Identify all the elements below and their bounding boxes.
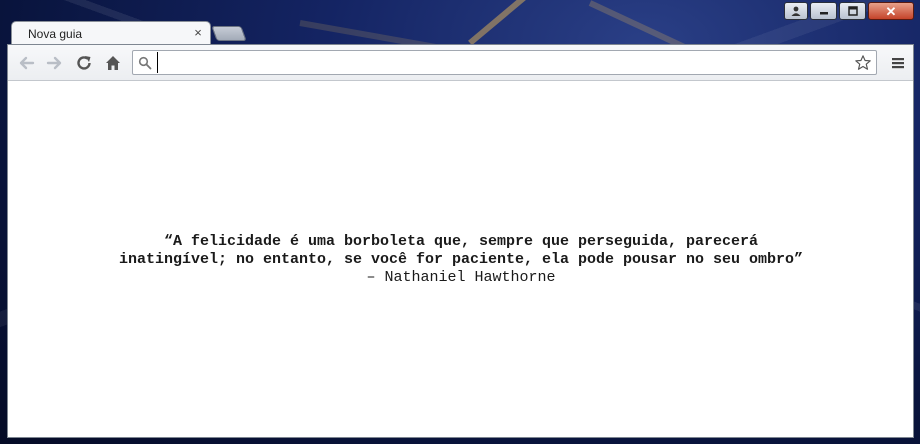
quote-text: “A felicidade é uma borboleta que, sempr… (118, 233, 804, 268)
reload-button[interactable] (73, 52, 95, 74)
close-window-button[interactable]: ✕ (868, 2, 914, 20)
user-icon (791, 6, 801, 16)
menu-icon (892, 58, 904, 69)
toolbar (8, 45, 913, 81)
maximize-button[interactable] (839, 2, 866, 20)
quote-block: “A felicidade é uma borboleta que, sempr… (118, 233, 804, 287)
tab-close-icon[interactable]: × (192, 26, 204, 40)
tab-nova-guia[interactable]: Nova guia × (11, 21, 211, 45)
new-tab-page: “A felicidade é uma borboleta que, sempr… (8, 81, 913, 437)
close-icon: ✕ (885, 3, 897, 19)
maximize-icon (847, 6, 858, 16)
quote-author: – Nathaniel Hawthorne (366, 269, 556, 286)
minimize-button[interactable] (810, 2, 837, 20)
desktop-decoration (468, 0, 641, 46)
browser-window: “A felicidade é uma borboleta que, sempr… (7, 44, 914, 438)
address-bar[interactable] (132, 50, 877, 75)
search-icon (138, 56, 152, 70)
forward-arrow-icon (46, 56, 62, 70)
address-input[interactable] (157, 52, 848, 73)
reload-icon (77, 56, 91, 70)
new-tab-button[interactable] (211, 26, 247, 41)
user-button[interactable] (784, 2, 808, 20)
window-caption-buttons: ✕ (784, 2, 914, 20)
forward-button[interactable] (44, 52, 66, 74)
star-icon[interactable] (854, 54, 872, 72)
back-arrow-icon (19, 56, 35, 70)
home-button[interactable] (102, 52, 124, 74)
back-button[interactable] (15, 52, 37, 74)
tab-title: Nova guia (28, 27, 83, 41)
home-icon (106, 56, 120, 70)
minimize-icon (819, 12, 828, 15)
menu-button[interactable] (887, 52, 909, 74)
